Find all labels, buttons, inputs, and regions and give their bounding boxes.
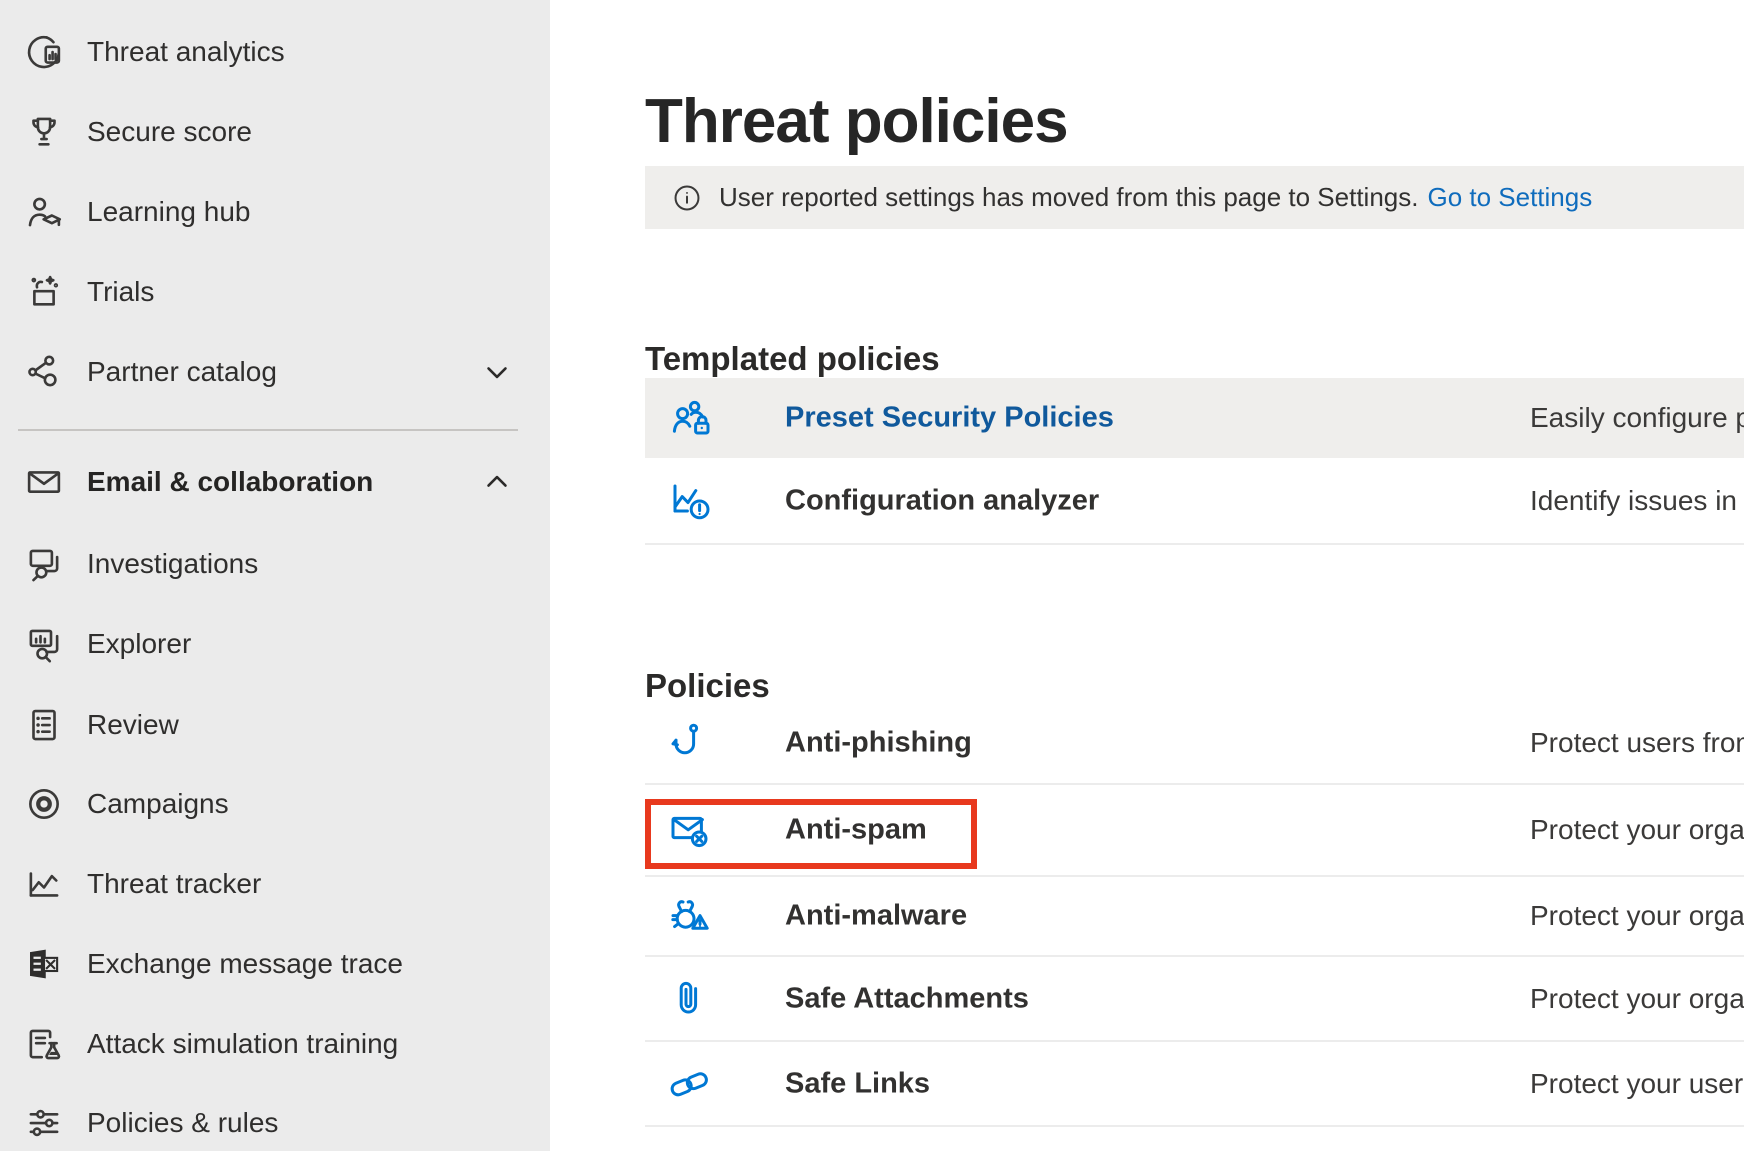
sidebar-item-label: Explorer [87,628,191,660]
anti-spam-label[interactable]: Anti-spam [785,814,927,847]
sidebar-item-label: Policies & rules [87,1107,278,1139]
threat-policies-page: Threat analytics Secure score [0,0,1744,1151]
sidebar-item-learning-hub[interactable]: Learning hub [0,172,550,252]
sidebar-item-investigations[interactable]: Investigations [0,524,550,604]
templated-policies-heading: Templated policies [645,340,940,378]
info-icon [671,182,703,214]
investigations-icon [22,542,66,586]
sidebar-item-label: Partner catalog [87,356,277,388]
info-banner: User reported settings has moved from th… [645,166,1744,229]
row-description: Identify issues in yo [1530,485,1744,517]
anti-malware-icon [666,892,714,940]
sidebar-item-trials[interactable]: Trials [0,252,550,332]
row-anti-phishing[interactable]: Anti-phishing Protect users from p [645,703,1744,785]
sidebar-item-label: Threat tracker [87,868,261,900]
safe-attachments-label[interactable]: Safe Attachments [785,982,1029,1015]
paperclip-icon [666,975,714,1023]
attack-simulation-icon [22,1022,66,1066]
row-description: Protect your organiz [1530,983,1744,1015]
safe-links-label[interactable]: Safe Links [785,1067,930,1100]
row-anti-malware[interactable]: Anti-malware Protect your organiz [645,877,1744,957]
safe-links-icon [666,1060,714,1108]
sidebar-item-attack-simulation-training[interactable]: Attack simulation training [0,1004,550,1084]
learning-hub-icon [22,190,66,234]
policies-heading: Policies [645,667,770,705]
sidebar-item-threat-analytics[interactable]: Threat analytics [0,12,550,92]
chevron-up-icon[interactable] [480,465,514,499]
go-to-settings-link[interactable]: Go to Settings [1427,182,1592,213]
row-description: Protect your users fr [1530,1068,1744,1100]
row-description: Protect users from p [1530,727,1744,759]
sidebar-item-label: Secure score [87,116,252,148]
anti-malware-label[interactable]: Anti-malware [785,900,967,933]
exchange-icon [22,942,66,986]
sidebar-item-label: Learning hub [87,196,250,228]
sidebar-item-campaigns[interactable]: Campaigns [0,764,550,844]
row-anti-spam[interactable]: Anti-spam Protect your organiz [645,785,1744,877]
trophy-icon [22,110,66,154]
left-navigation-sidebar: Threat analytics Secure score [0,0,550,1151]
sidebar-item-label: Review [87,709,179,741]
sidebar-item-label: Threat analytics [87,36,285,68]
sidebar-item-exchange-message-trace[interactable]: Exchange message trace [0,924,550,1004]
row-configuration-analyzer[interactable]: Configuration analyzer Identify issues i… [645,458,1744,545]
explorer-icon [22,622,66,666]
configuration-analyzer-label[interactable]: Configuration analyzer [785,484,1099,517]
preset-security-policies-link[interactable]: Preset Security Policies [785,402,1114,435]
row-safe-attachments[interactable]: Safe Attachments Protect your organiz [645,957,1744,1042]
campaigns-icon [22,782,66,826]
anti-phishing-label[interactable]: Anti-phishing [785,727,972,760]
page-title: Threat policies [645,88,1068,156]
preset-security-icon [666,394,714,442]
sidebar-item-explorer[interactable]: Explorer [0,604,550,684]
sidebar-group-email-collaboration[interactable]: Email & collaboration [0,442,550,522]
banner-message: User reported settings has moved from th… [719,182,1418,213]
row-description: Protect your organiz [1530,900,1744,932]
sidebar-divider [18,429,518,431]
row-description: Protect your organiz [1530,814,1744,846]
sidebar-item-policies-and-rules[interactable]: Policies & rules [0,1083,550,1151]
sidebar-group-label: Email & collaboration [87,466,373,498]
sidebar-item-label: Exchange message trace [87,948,403,980]
review-icon [22,703,66,747]
sidebar-item-review[interactable]: Review [0,685,550,765]
mail-icon [22,460,66,504]
threat-analytics-icon [22,30,66,74]
sidebar-item-label: Attack simulation training [87,1028,398,1060]
anti-phishing-icon [666,719,714,767]
anti-spam-icon [666,806,714,854]
sliders-icon [22,1101,66,1145]
sidebar-item-partner-catalog[interactable]: Partner catalog [0,332,550,412]
sidebar-item-label: Investigations [87,548,258,580]
sidebar-item-label: Trials [87,276,154,308]
partner-catalog-icon [22,350,66,394]
sidebar-item-secure-score[interactable]: Secure score [0,92,550,172]
configuration-analyzer-icon [666,477,714,525]
row-safe-links[interactable]: Safe Links Protect your users fr [645,1042,1744,1127]
sidebar-item-threat-tracker[interactable]: Threat tracker [0,844,550,924]
sidebar-item-label: Campaigns [87,788,229,820]
chevron-down-icon[interactable] [480,355,514,389]
trials-icon [22,270,66,314]
threat-tracker-icon [22,862,66,906]
row-description: Easily configure prot [1530,402,1744,434]
row-preset-security-policies[interactable]: Preset Security Policies Easily configur… [645,378,1744,458]
